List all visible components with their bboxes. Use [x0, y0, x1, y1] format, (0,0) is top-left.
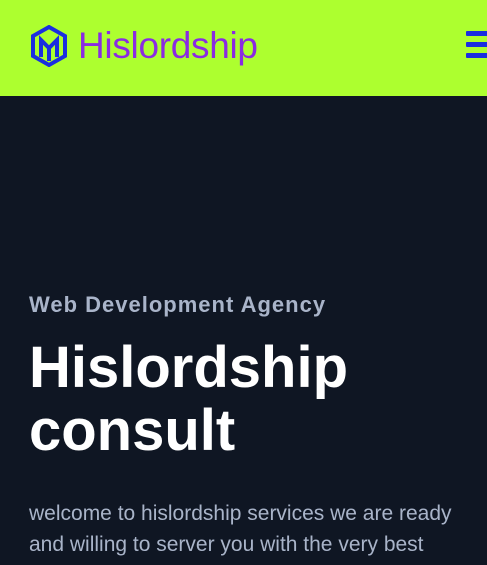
brand-name: Hislordship: [78, 25, 258, 66]
hero-title: Hislordship consult: [29, 336, 479, 462]
menu-bar-top: [466, 31, 487, 36]
logo-icon: [31, 25, 67, 67]
site-header: Hislordship: [0, 0, 487, 96]
home-logo-link[interactable]: Hislordship: [30, 24, 258, 68]
hero-lead-line-2: and willing to server you with the very …: [29, 533, 424, 556]
menu-bar-middle: [466, 42, 487, 47]
hero-title-line-2: consult: [29, 398, 236, 463]
menu-bar-bottom: [466, 53, 487, 58]
hero-lead-line-1: welcome to hislordship services we are r…: [29, 502, 452, 525]
hero-title-line-1: Hislordship: [29, 335, 349, 400]
hero-lead: welcome to hislordship services we are r…: [29, 498, 487, 560]
hero-section: Web Development Agency Hislordship consu…: [0, 96, 487, 565]
hero-eyebrow: Web Development Agency: [29, 292, 327, 317]
hamburger-menu-icon[interactable]: [466, 30, 487, 60]
